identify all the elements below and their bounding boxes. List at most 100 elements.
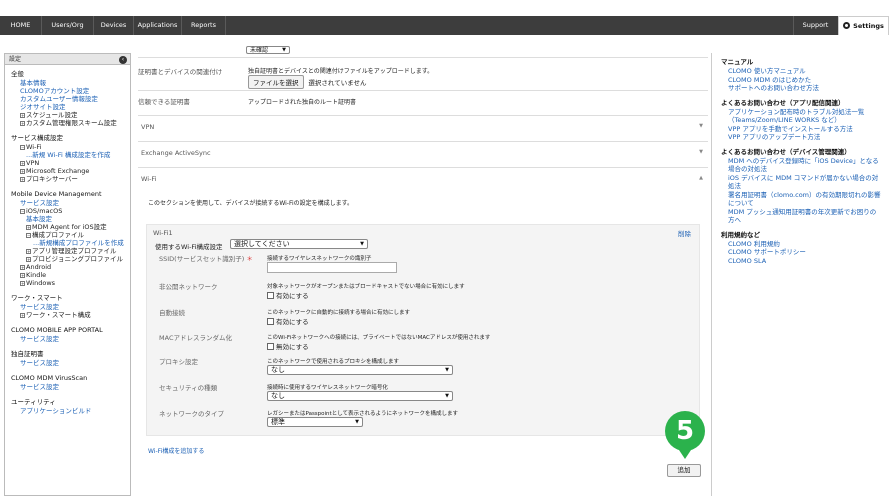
help-link[interactable]: VPP アプリを手動でインストールする方法 xyxy=(721,125,881,134)
expand-icon[interactable]: + xyxy=(20,121,25,126)
help-link[interactable]: VPP アプリのアップデート方法 xyxy=(721,133,881,142)
network-type-select[interactable]: 標準 ▼ xyxy=(267,417,363,427)
sidebar-item-profile[interactable]: − 構成プロファイル xyxy=(11,231,130,239)
mac-random-checkbox[interactable]: 無効にする xyxy=(267,341,309,351)
help-link[interactable]: CLOMO 利用規約 xyxy=(721,240,881,249)
expand-icon[interactable]: + xyxy=(20,265,25,270)
nav-reports[interactable]: Reports xyxy=(182,16,226,35)
sidebar-item-profile-new[interactable]: ...新規構成プロファイルを作成 xyxy=(11,239,130,247)
wifi-config-select[interactable]: 選択してください ▼ xyxy=(230,239,368,249)
wifi1-title: Wi-Fi1 xyxy=(153,229,173,237)
file-status: 選択されていません xyxy=(308,79,367,87)
sidebar-item-worksmart-config[interactable]: + ワーク・スマート構成 xyxy=(11,311,130,319)
nav-applications[interactable]: Applications xyxy=(134,16,182,35)
help-link[interactable]: CLOMO 使い方マニュアル xyxy=(721,67,881,76)
help-link[interactable]: iOS デバイスに MDM コマンドが届かない場合の対処法 xyxy=(721,174,881,191)
expand-icon[interactable]: + xyxy=(20,177,25,182)
checkbox-icon[interactable] xyxy=(267,292,274,299)
sidebar-item-android[interactable]: + Android xyxy=(11,263,130,271)
collapse-icon[interactable]: ‹ xyxy=(119,56,127,64)
sidebar-item-app-build[interactable]: アプリケーションビルド xyxy=(11,407,130,415)
sidebar-item-virus-service[interactable]: サービス設定 xyxy=(11,383,130,391)
expand-icon[interactable]: + xyxy=(20,281,25,286)
sidebar-section-worksmart: ワーク・スマート xyxy=(11,294,63,302)
chevron-up-icon: ▲ xyxy=(699,175,703,181)
sidebar-item-ios-basic[interactable]: 基本設定 xyxy=(11,215,130,223)
expand-icon[interactable]: + xyxy=(20,161,25,166)
help-link[interactable]: CLOMO MDM のはじめかた xyxy=(721,76,881,85)
sidebar-item-basic-info[interactable]: 基本情報 xyxy=(11,79,130,87)
sidebar-item-worksmart-service[interactable]: サービス設定 xyxy=(11,303,130,311)
sidebar-item-ios[interactable]: − iOS/macOS xyxy=(11,207,130,215)
hidden-network-checkbox[interactable]: 有効にする xyxy=(267,290,309,300)
nav-devices[interactable]: Devices xyxy=(94,16,134,35)
collapse-tree-icon[interactable]: − xyxy=(20,209,25,214)
accordion-exchange[interactable]: Exchange ActiveSync ▼ xyxy=(138,141,708,163)
file-select-button[interactable]: ファイルを選択 xyxy=(248,75,304,89)
sidebar-item-kindle[interactable]: + Kindle xyxy=(11,271,130,279)
sidebar-section-virusscan: CLOMO MDM VirusScan xyxy=(11,374,88,382)
help-section-manual: マニュアル xyxy=(721,58,754,66)
help-link[interactable]: MDM プッシュ通知用証明書の年次更新でお困りの方へ xyxy=(721,208,881,225)
checkbox-icon[interactable] xyxy=(267,343,274,350)
expand-icon[interactable]: + xyxy=(26,225,31,230)
cert-assoc-desc: 独自証明書とデバイスとの関連付けファイルをアップロードします。 xyxy=(248,68,434,75)
help-link[interactable]: アプリケーション配布時のトラブル対処法一覧（Teams/Zoom/LINE WO… xyxy=(721,108,881,125)
sidebar-item-wifi[interactable]: − Wi-Fi xyxy=(11,143,130,151)
sidebar-item-vpn[interactable]: + VPN xyxy=(11,159,130,167)
sidebar-item-windows[interactable]: + Windows xyxy=(11,279,130,287)
help-link[interactable]: CLOMO SLA xyxy=(721,257,881,266)
help-link[interactable]: 署名用証明書（clomo.com）の有効期限切れの影響について xyxy=(721,191,881,208)
sidebar-item-schedule[interactable]: + スケジュール設定 xyxy=(11,111,130,119)
sidebar-item-provisioning[interactable]: + プロビジョニングプロファイル xyxy=(11,255,130,263)
ssid-desc: 接続するワイヤレスネットワークの識別子 xyxy=(267,256,372,262)
sidebar-item-account[interactable]: CLOMOアカウント設定 xyxy=(11,87,130,95)
accordion-wifi[interactable]: Wi-Fi ▲ xyxy=(138,167,708,189)
sidebar-item-portal-service[interactable]: サービス設定 xyxy=(11,335,130,343)
sidebar-section-general: 全般 xyxy=(11,70,24,78)
help-link[interactable]: MDM へのデバイス登録時に「iOS Device」となる場合の対処法 xyxy=(721,157,881,174)
sidebar-item-app-mgmt[interactable]: + アプリ管理設定プロファイル xyxy=(11,247,130,255)
help-link[interactable]: サポートへのお問い合わせ方法 xyxy=(721,84,881,93)
sidebar-item-exchange[interactable]: + Microsoft Exchange xyxy=(11,167,130,175)
add-button[interactable]: 追加 xyxy=(667,464,701,477)
sidebar-item-cert-service[interactable]: サービス設定 xyxy=(11,359,130,367)
accordion-vpn-title: VPN xyxy=(141,123,155,131)
sidebar-section-service: サービス構成設定 xyxy=(11,134,63,142)
sidebar-item-custom-mgmt[interactable]: + カスタム管理権限スキーム設定 xyxy=(11,119,130,127)
sidebar-section-portal: CLOMO MOBILE APP PORTAL xyxy=(11,326,103,334)
network-type-desc: レガシーまたはPasspointとして表示されるようにネットワークを構成します xyxy=(267,411,459,417)
expand-icon[interactable]: + xyxy=(20,169,25,174)
nav-settings-label: Settings xyxy=(853,22,884,30)
expand-icon[interactable]: + xyxy=(26,257,31,262)
nav-home[interactable]: HOME xyxy=(0,16,42,35)
sidebar-item-mdm-service[interactable]: サービス設定 xyxy=(11,199,130,207)
sidebar-item-proxy[interactable]: + プロキシサーバー xyxy=(11,175,130,183)
collapse-tree-icon[interactable]: − xyxy=(20,145,25,150)
nav-support[interactable]: Support xyxy=(793,16,837,35)
auto-join-checkbox[interactable]: 有効にする xyxy=(267,316,309,326)
sidebar-item-custom-user[interactable]: カスタムユーザー情報設定 xyxy=(11,95,130,103)
sidebar-item-geosite[interactable]: ジオサイト設定 xyxy=(11,103,130,111)
expand-icon[interactable]: + xyxy=(20,273,25,278)
expand-icon[interactable]: + xyxy=(20,113,25,118)
top-select[interactable]: 未確認 ▼ xyxy=(246,46,290,54)
help-link[interactable]: CLOMO サポートポリシー xyxy=(721,248,881,257)
accordion-vpn[interactable]: VPN ▼ xyxy=(138,115,708,137)
collapse-tree-icon[interactable]: − xyxy=(26,233,31,238)
sidebar-item-wifi-new[interactable]: ...新規 Wi-Fi 構成設定を作成 xyxy=(11,151,130,159)
trusted-cert-desc: アップロードされた独自のルート証明書 xyxy=(248,99,357,106)
expand-icon[interactable]: + xyxy=(26,249,31,254)
nav-users-org[interactable]: Users/Org xyxy=(42,16,94,35)
security-type-select[interactable]: なし ▼ xyxy=(267,391,453,401)
add-wifi-config-link[interactable]: Wi-Fi構成を追加する xyxy=(148,446,204,455)
proxy-select[interactable]: なし ▼ xyxy=(267,365,453,375)
checkbox-icon[interactable] xyxy=(267,318,274,325)
wifi1-delete-link[interactable]: 削除 xyxy=(678,228,691,238)
nav-settings[interactable]: Settings xyxy=(838,16,889,35)
step-badge: 5 xyxy=(665,411,705,451)
chevron-down-icon: ▼ xyxy=(699,123,703,129)
expand-icon[interactable]: + xyxy=(20,313,25,318)
sidebar-item-mdm-agent[interactable]: + MDM Agent for iOS設定 xyxy=(11,223,130,231)
ssid-input[interactable] xyxy=(267,262,397,273)
